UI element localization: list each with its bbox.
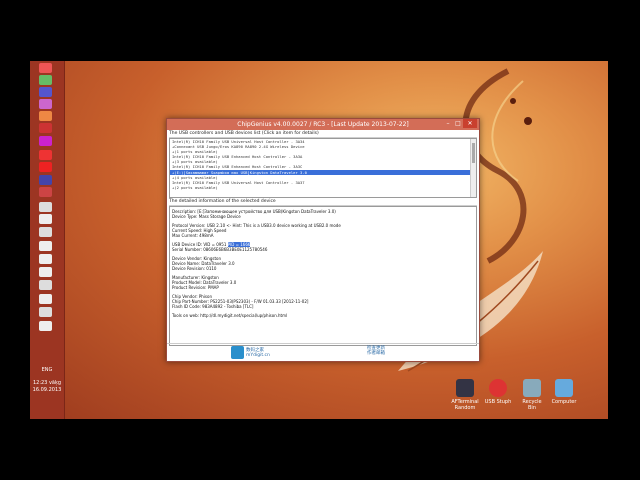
device-list[interactable]: Intel(R) ICH10 Family USB Universal Host… [169, 138, 477, 198]
details-section-header: The detailed information of the selected… [169, 199, 477, 206]
close-button[interactable]: ✕ [463, 119, 477, 128]
app-icon[interactable] [39, 111, 52, 121]
desktop-icon[interactable]: Computer [550, 379, 578, 405]
app-icon [456, 379, 474, 397]
app-icon[interactable] [39, 162, 52, 172]
clock-time[interactable]: 12:23 vāķg [32, 380, 62, 387]
detail-panel[interactable]: Description: [E:]Запоминающее устройство… [169, 206, 477, 346]
language-indicator[interactable]: ENG [32, 367, 62, 374]
mydigit-logo[interactable]: 数码之家 mYdigit.cn [231, 346, 270, 359]
minimize-button[interactable]: – [443, 119, 453, 128]
app-icon[interactable] [39, 136, 52, 146]
app-icon[interactable] [39, 99, 52, 109]
maximize-button[interactable]: □ [453, 119, 463, 128]
chipgenius-window: ChipGenius v4.00.0027 / RC3 - [Last Upda… [166, 118, 480, 362]
app-icon[interactable] [39, 123, 52, 133]
app-icon[interactable] [39, 187, 52, 197]
app-icon[interactable] [39, 227, 52, 237]
app-icon[interactable] [39, 254, 52, 264]
app-icon[interactable] [39, 150, 52, 160]
app-icon[interactable] [39, 87, 52, 97]
clock-date[interactable]: 16.09.2013 [32, 387, 62, 394]
start-icon[interactable] [39, 63, 52, 73]
footer: 数码之家 mYdigit.cn 检查更新 作者邮箱 [167, 343, 479, 361]
desktop: ENG 12:23 vāķg 16.09.2013 AFTerminal Ran… [30, 61, 608, 419]
app-icon[interactable] [39, 241, 52, 251]
app-icon[interactable] [39, 321, 52, 331]
app-icon[interactable] [39, 175, 52, 185]
recycle-bin-icon [523, 379, 541, 397]
title-bar[interactable]: ChipGenius v4.00.0027 / RC3 - [Last Upda… [167, 119, 479, 130]
app-icon[interactable] [39, 202, 52, 212]
computer-icon [555, 379, 573, 397]
desktop-icon[interactable]: AFTerminal Random [451, 379, 479, 411]
app-icon[interactable] [39, 267, 52, 277]
list-item[interactable]: +(2 ports available) [170, 185, 476, 190]
app-icon[interactable] [39, 294, 52, 304]
logo-icon [231, 346, 244, 359]
window-title: ChipGenius v4.00.0027 / RC3 - [Last Upda… [237, 121, 409, 128]
detail-tools-link[interactable]: Tools on web: http://dl.mydigit.net/spec… [172, 313, 474, 318]
devices-section-header: The USB controllers and USB devices list… [169, 131, 477, 138]
app-icon[interactable] [39, 280, 52, 290]
scrollbar[interactable] [470, 139, 476, 197]
author-email-link[interactable]: 作者邮箱 [367, 351, 385, 356]
app-icon[interactable] [39, 75, 52, 85]
app-icon[interactable] [39, 214, 52, 224]
desktop-icon[interactable]: USB Stuph [484, 379, 512, 405]
system-tray[interactable]: ENG 12:23 vāķg 16.09.2013 [32, 367, 62, 394]
app-icon[interactable] [39, 307, 52, 317]
footer-links: 检查更新 作者邮箱 [367, 346, 385, 356]
usb-icon [489, 379, 507, 397]
scrollbar-thumb[interactable] [472, 143, 475, 163]
taskbar: ENG 12:23 vāķg 16.09.2013 [30, 61, 65, 419]
desktop-icon[interactable]: Recycle Bin [518, 379, 546, 411]
